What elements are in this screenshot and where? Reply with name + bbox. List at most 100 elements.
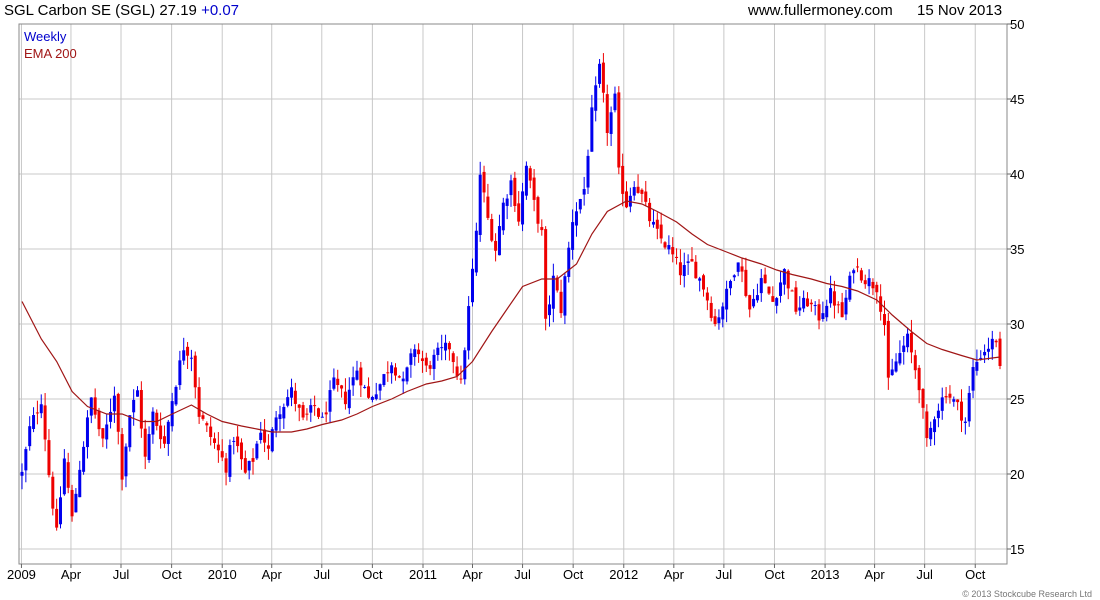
candle-body xyxy=(309,405,313,413)
candle-body xyxy=(24,449,28,471)
candle-body xyxy=(651,221,655,225)
candle-body xyxy=(933,419,937,433)
candle-body xyxy=(578,199,582,210)
candle-body xyxy=(944,396,948,398)
candle-body xyxy=(563,276,567,316)
candle-body xyxy=(324,412,328,415)
candle-body xyxy=(805,298,809,307)
candle-body xyxy=(798,307,802,311)
candle-body xyxy=(752,298,756,307)
candle-body xyxy=(174,386,178,405)
candle-body xyxy=(263,429,267,443)
x-tick-label: Oct xyxy=(362,567,383,582)
candle-body xyxy=(432,354,436,369)
candle-body xyxy=(66,462,70,488)
candle-body xyxy=(763,274,767,284)
y-tick-label: 30 xyxy=(1010,317,1024,332)
candle-body xyxy=(767,286,771,294)
candle-body xyxy=(482,171,486,193)
candle-body xyxy=(151,411,155,435)
candle-body xyxy=(197,387,201,417)
candle-body xyxy=(316,408,320,417)
candle-body xyxy=(771,296,775,302)
candle-body xyxy=(35,412,39,414)
candle-body xyxy=(463,350,467,380)
candle-body xyxy=(305,413,309,415)
candle-body xyxy=(259,432,263,440)
candle-body xyxy=(544,229,548,319)
candle-body xyxy=(513,177,517,207)
candle-body xyxy=(428,365,432,369)
candle-body xyxy=(255,443,259,459)
candle-body xyxy=(875,284,879,293)
x-tick-label: Jul xyxy=(916,567,933,582)
candle-body xyxy=(921,388,925,408)
candle-body xyxy=(355,370,359,380)
candle-body xyxy=(698,278,702,281)
candles xyxy=(20,53,1002,531)
y-axis: 15 20 25 30 35 40 45 50 xyxy=(1007,17,1024,557)
candle-body xyxy=(347,389,351,409)
candle-body xyxy=(929,427,933,440)
y-tick-label: 40 xyxy=(1010,167,1024,182)
candle-body xyxy=(844,297,848,315)
candle-body xyxy=(759,278,763,294)
candle-body xyxy=(201,415,205,419)
candle-body xyxy=(898,353,902,364)
candle-body xyxy=(528,168,532,181)
candle-body xyxy=(220,451,224,458)
candle-body xyxy=(236,436,240,447)
x-tick-label: Apr xyxy=(462,567,483,582)
candle-body xyxy=(490,219,494,241)
candle-body xyxy=(328,390,332,412)
candle-body xyxy=(790,290,794,292)
candle-body xyxy=(721,306,725,320)
x-tick-label: Oct xyxy=(563,567,584,582)
x-tick-label: Jul xyxy=(514,567,531,582)
candle-body xyxy=(120,434,124,480)
candle-body xyxy=(282,406,286,419)
candle-body xyxy=(97,410,101,430)
candle-body xyxy=(702,275,706,290)
candle-body xyxy=(659,224,663,239)
candle-body xyxy=(748,295,752,310)
candle-body xyxy=(85,417,89,448)
candle-body xyxy=(155,412,159,426)
candle-body xyxy=(859,270,863,281)
candle-body xyxy=(336,378,340,386)
candle-body xyxy=(959,401,963,421)
candle-body xyxy=(890,369,894,376)
candle-body xyxy=(459,378,463,380)
candle-body xyxy=(474,230,478,273)
x-tick-label: 2011 xyxy=(409,567,437,582)
candle-body xyxy=(32,415,36,429)
candle-body xyxy=(940,397,944,411)
candle-body xyxy=(829,288,833,304)
candle-body xyxy=(694,261,698,279)
candle-body xyxy=(486,196,490,218)
candle-body xyxy=(128,415,132,448)
candle-body xyxy=(501,202,505,231)
ema-200-line xyxy=(21,200,1001,433)
plot-frame xyxy=(18,23,1008,565)
candle-body xyxy=(655,219,659,229)
candle-body xyxy=(70,490,74,517)
x-axis: 2009 Apr Jul Oct 2010 Apr Jul Oct 2011 Apr Jul Oct 2… xyxy=(7,564,986,582)
candle-body xyxy=(444,342,448,351)
candle-body xyxy=(266,445,270,449)
candle-body xyxy=(274,417,278,431)
grid xyxy=(19,23,1007,564)
candle-body xyxy=(894,361,898,372)
candle-body xyxy=(886,320,890,378)
candle-body xyxy=(567,247,571,277)
candle-body xyxy=(598,63,602,84)
candle-body xyxy=(297,404,301,408)
candle-body xyxy=(213,438,217,443)
copyright: © 2013 Stockcube Research Ltd xyxy=(962,589,1092,599)
candle-body xyxy=(405,367,409,382)
candle-body xyxy=(917,367,921,391)
candle-body xyxy=(667,245,671,250)
candle-body xyxy=(640,189,644,194)
candle-body xyxy=(494,240,498,251)
x-tick-label: Jul xyxy=(313,567,330,582)
